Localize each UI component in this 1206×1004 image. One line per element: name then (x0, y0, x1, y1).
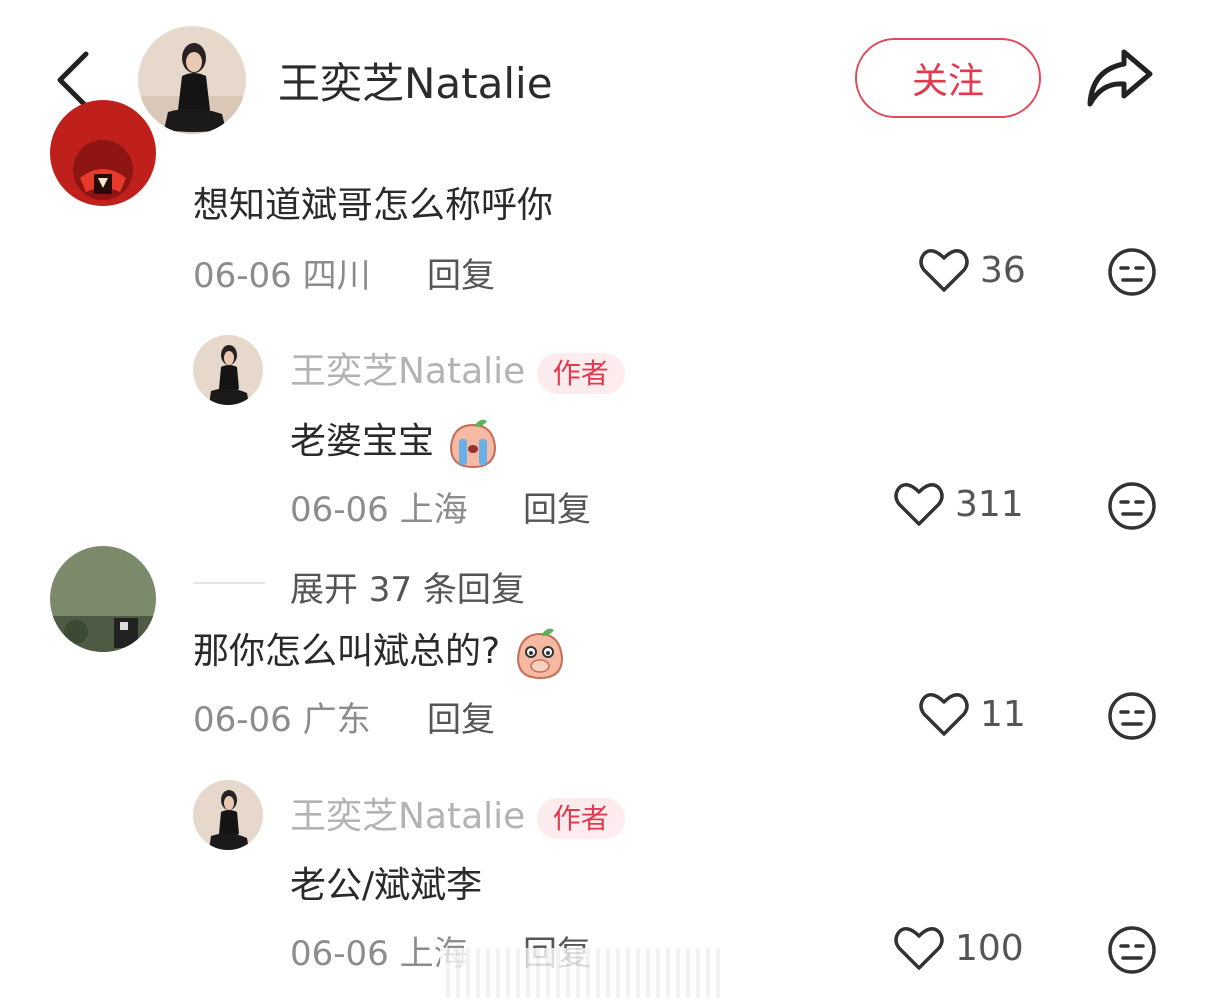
reply-author-avatar[interactable] (193, 335, 263, 405)
like-count: 36 (980, 249, 1026, 291)
reply-text: 老婆宝宝 (290, 421, 435, 462)
reply-author-name[interactable]: 王奕芝Natalie 作者 (290, 787, 625, 839)
author-badge: 作者 (536, 798, 625, 839)
reply-author-name-text[interactable]: 王奕芝Natalie (290, 351, 525, 392)
author-name[interactable]: 王奕芝Natalie (278, 50, 553, 111)
like-button[interactable]: 311 (893, 480, 1024, 528)
expand-divider (193, 582, 265, 584)
comment-meta: 06-06 广东 (193, 692, 371, 741)
heart-outline-icon (894, 927, 944, 970)
dislike-button[interactable] (1106, 246, 1158, 298)
like-button[interactable]: 36 (918, 246, 1026, 294)
meh-face-icon (1108, 926, 1156, 974)
comment-text: 那你怎么叫斌总的? (193, 631, 501, 672)
reply-location: 上海 (399, 490, 468, 530)
heart-outline-icon (919, 249, 969, 292)
expand-replies-button[interactable]: 展开 37 条回复 (290, 562, 525, 611)
follow-button[interactable]: 关注 (855, 38, 1041, 118)
author-badge: 作者 (536, 353, 625, 394)
reply-meta: 06-06 上海 (290, 482, 468, 531)
reply-author-name[interactable]: 王奕芝Natalie 作者 (290, 342, 625, 394)
like-count: 11 (980, 693, 1026, 735)
dislike-button[interactable] (1106, 480, 1158, 532)
like-count: 311 (955, 483, 1024, 525)
like-button[interactable]: 11 (918, 690, 1026, 738)
like-count: 100 (955, 927, 1024, 969)
reply-date: 06-06 (290, 490, 389, 530)
comment-text: 想知道斌哥怎么称呼你 (193, 185, 554, 226)
reply-date: 06-06 (290, 934, 389, 974)
heart-outline-icon (919, 693, 969, 736)
like-button[interactable]: 100 (893, 924, 1024, 972)
comment-text-row: 那你怎么叫斌总的? (193, 622, 568, 680)
commenter-avatar[interactable] (50, 546, 156, 652)
heart-outline-icon (894, 483, 944, 526)
reply-author-name-text[interactable]: 王奕芝Natalie (290, 796, 525, 837)
reply-author-avatar[interactable] (193, 780, 263, 850)
comment-date: 06-06 (193, 256, 292, 296)
crying-peach-emoji-icon (450, 419, 497, 469)
reply-text-row: 老婆宝宝 (290, 412, 501, 469)
commenter-avatar[interactable] (50, 100, 156, 206)
meh-face-icon (1108, 482, 1156, 530)
share-button[interactable] (1084, 44, 1156, 110)
dislike-button[interactable] (1106, 690, 1158, 742)
author-avatar[interactable] (138, 26, 246, 134)
share-arrow-icon (1087, 49, 1153, 107)
comment-date: 06-06 (193, 700, 292, 740)
comment-meta: 06-06 四川 (193, 248, 371, 297)
reply-text: 老公/斌斌李 (290, 865, 483, 906)
comment-location: 广东 (302, 700, 371, 740)
dislike-button[interactable] (1106, 924, 1158, 976)
reply-button[interactable]: 回复 (427, 248, 495, 297)
reply-button[interactable]: 回复 (523, 482, 591, 531)
watermark-overlay (440, 948, 720, 998)
reply-button[interactable]: 回复 (427, 692, 495, 741)
meh-face-icon (1108, 248, 1156, 296)
shy-peach-emoji-icon (516, 628, 563, 680)
meh-face-icon (1108, 692, 1156, 740)
comment-location: 四川 (302, 256, 371, 296)
